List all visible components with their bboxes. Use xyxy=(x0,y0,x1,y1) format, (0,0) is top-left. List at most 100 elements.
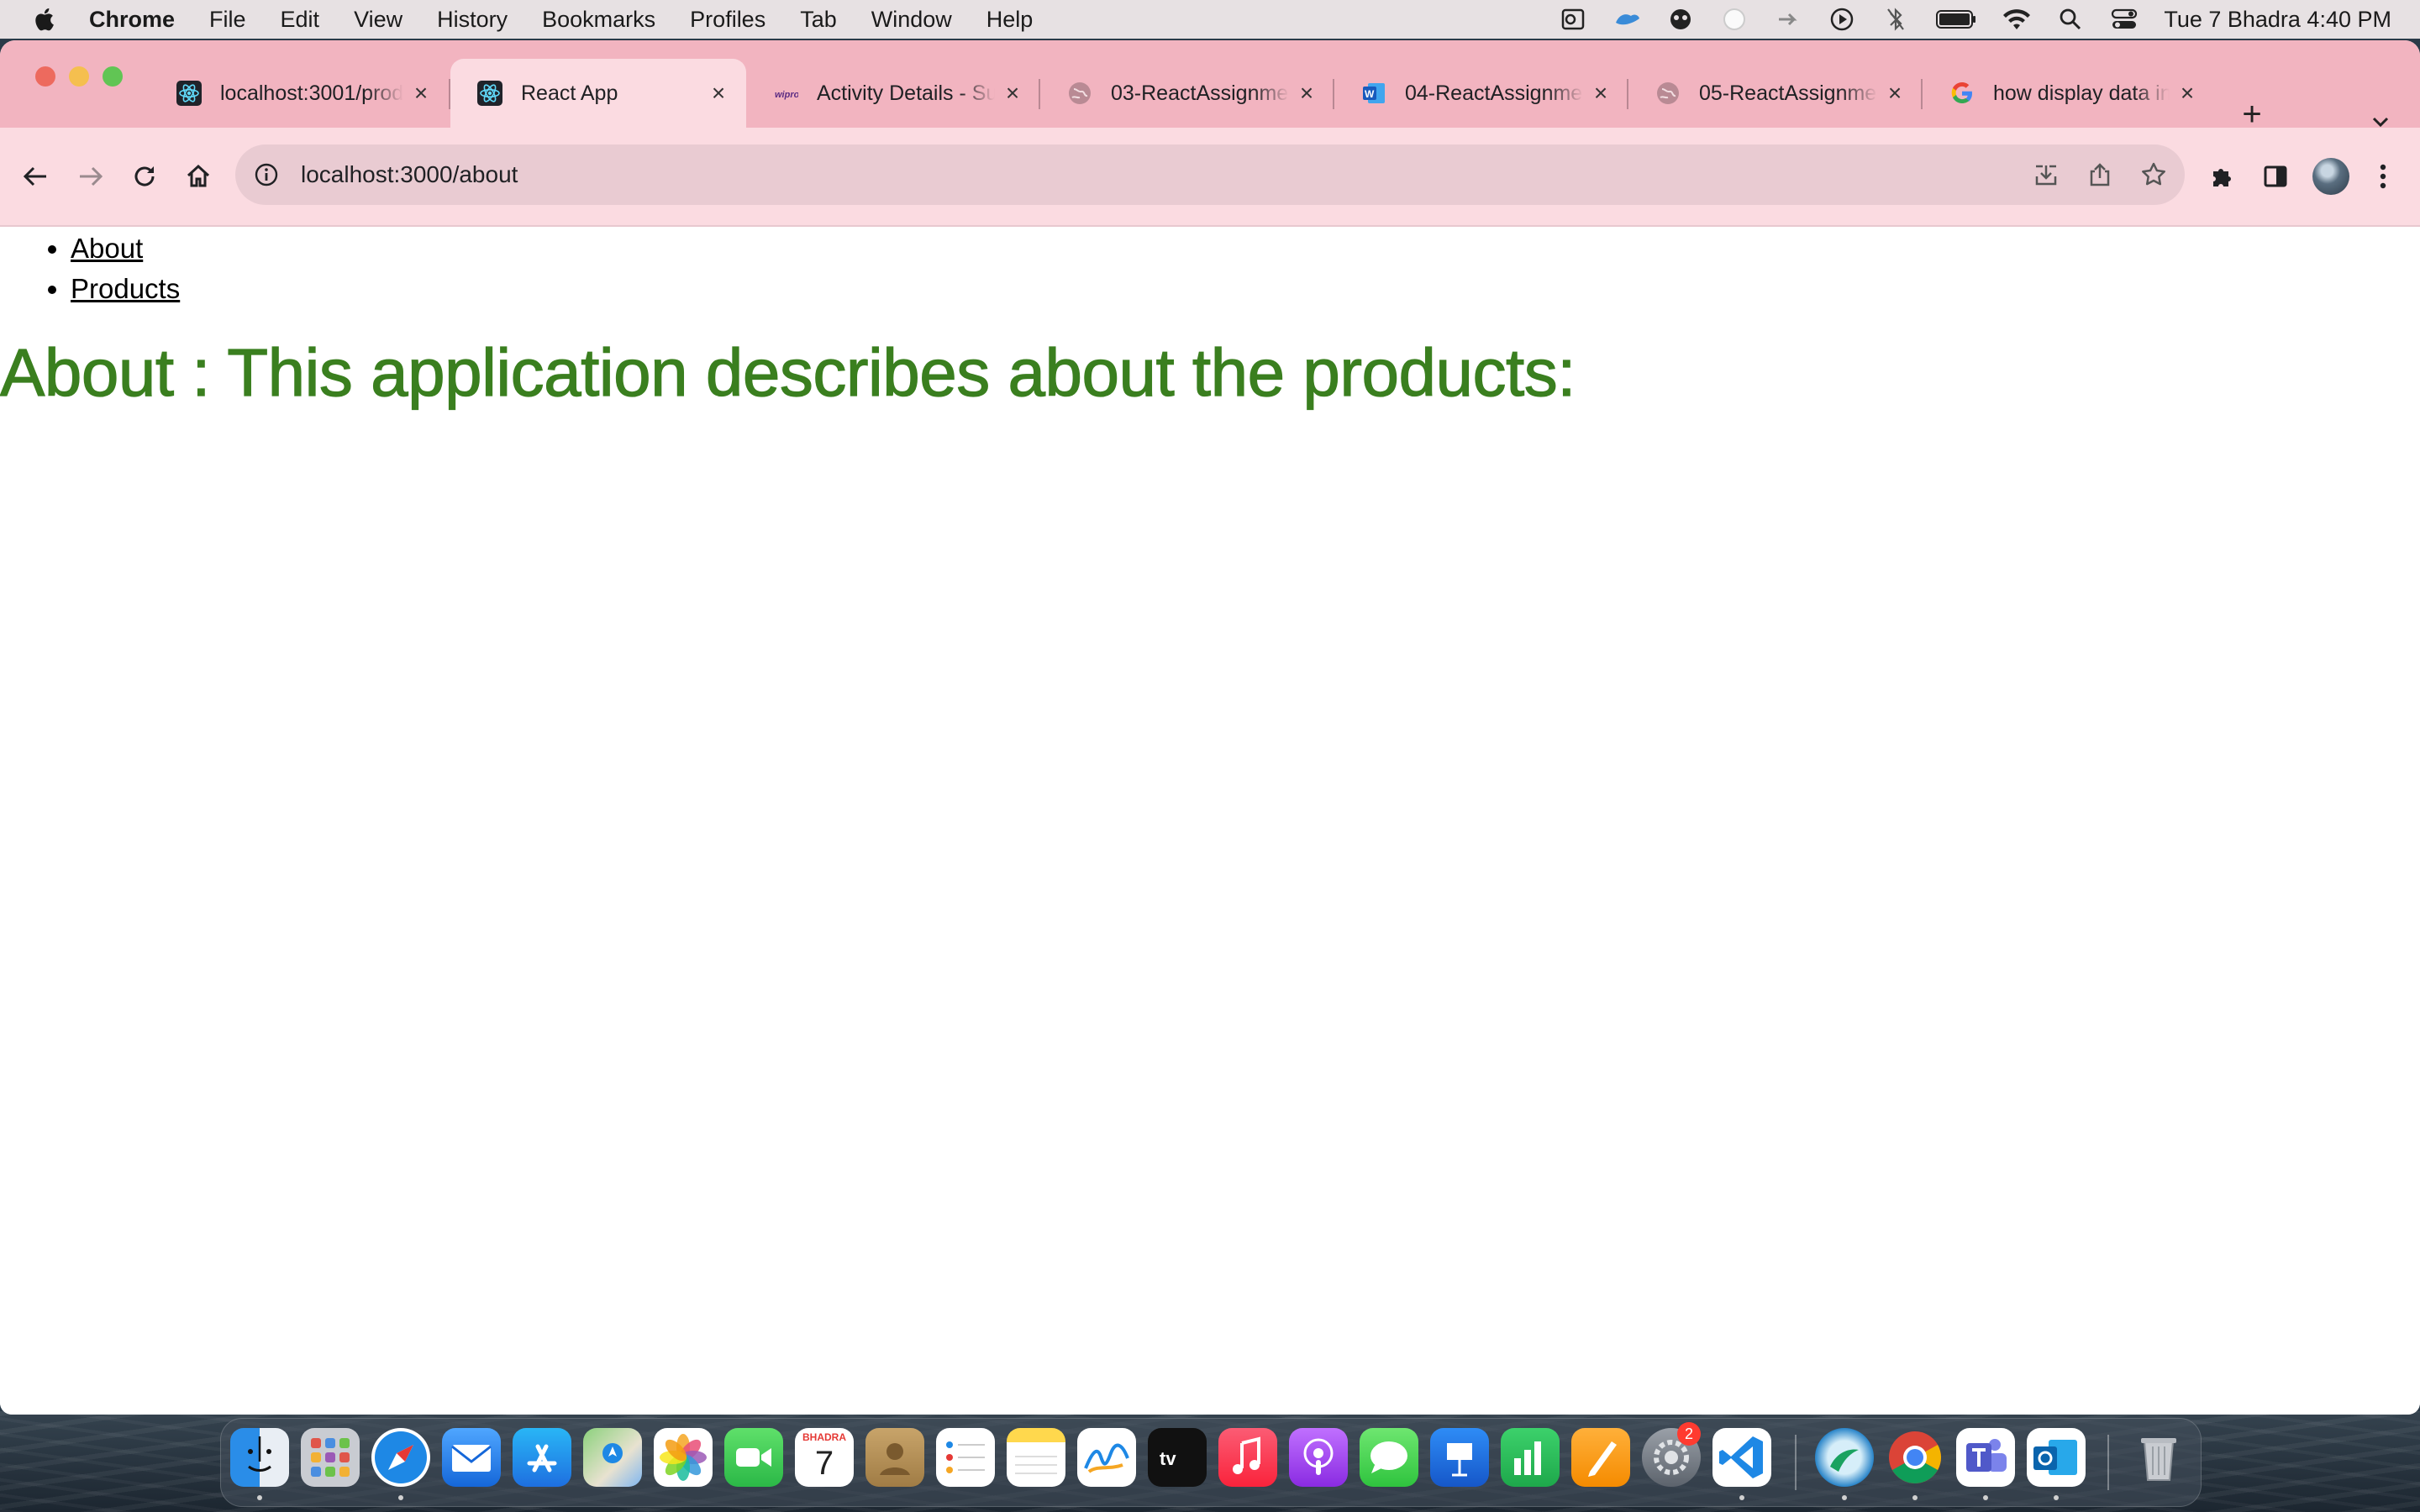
zoom-window-button[interactable] xyxy=(103,66,123,87)
menu-edit[interactable]: Edit xyxy=(281,7,320,33)
chrome-window: localhost:3001/products × React App × wi… xyxy=(0,40,2420,1415)
trash-icon[interactable] xyxy=(2129,1428,2188,1487)
mail-icon[interactable] xyxy=(442,1428,501,1487)
menu-window[interactable]: Window xyxy=(871,7,952,33)
notes-icon[interactable] xyxy=(1007,1428,1065,1487)
tab-activity-details[interactable]: wipro Activity Details - Sup × xyxy=(746,59,1040,128)
running-indicator xyxy=(257,1495,262,1500)
about-link[interactable]: About xyxy=(71,233,143,264)
tab-title: 04-ReactAssignment xyxy=(1405,81,1583,105)
close-tab-icon[interactable]: × xyxy=(708,81,729,105)
google-icon xyxy=(1949,81,1975,106)
word-icon: W xyxy=(1361,81,1386,106)
reload-button[interactable] xyxy=(128,160,161,193)
close-tab-icon[interactable]: × xyxy=(1002,81,1023,105)
tab-title: 05-ReactAssignment xyxy=(1699,81,1877,105)
chrome-menu-icon[interactable] xyxy=(2366,160,2400,193)
side-panel-icon[interactable] xyxy=(2259,160,2292,193)
tab-04-react-assignment[interactable]: W 04-ReactAssignment × xyxy=(1334,59,1628,128)
arrow-status-icon[interactable] xyxy=(1774,7,1802,32)
menu-bar-clock[interactable]: Tue 7 Bhadra 4:40 PM xyxy=(2164,7,2391,33)
dock-separator xyxy=(2107,1435,2109,1490)
tab-title: 03-ReactAssignment xyxy=(1111,81,1289,105)
wifi-icon[interactable] xyxy=(2002,7,2031,32)
page-nav-list: About Products xyxy=(0,228,180,309)
tab-05-react-assignment[interactable]: 05-ReactAssignment × xyxy=(1628,59,1923,128)
apple-tv-icon[interactable]: tv xyxy=(1148,1428,1207,1487)
freeform-icon[interactable] xyxy=(1077,1428,1136,1487)
close-tab-icon[interactable]: × xyxy=(410,81,432,105)
microsoft-teams-icon[interactable] xyxy=(1956,1428,2015,1487)
install-app-icon[interactable] xyxy=(2032,160,2060,189)
pages-icon[interactable] xyxy=(1571,1428,1630,1487)
tab-title: React App xyxy=(521,81,618,105)
close-tab-icon[interactable]: × xyxy=(1296,81,1318,105)
spotlight-search-icon[interactable] xyxy=(2056,7,2085,32)
menu-bookmarks[interactable]: Bookmarks xyxy=(542,7,655,33)
apple-menu-icon[interactable] xyxy=(32,7,55,32)
play-status-icon[interactable] xyxy=(1828,7,1856,32)
browser-app-icon[interactable] xyxy=(1815,1428,1874,1487)
bluetooth-off-icon[interactable] xyxy=(1881,7,1910,32)
app-store-icon[interactable] xyxy=(513,1428,571,1487)
address-bar-url[interactable]: localhost:3000/about xyxy=(301,161,518,188)
close-tab-icon[interactable]: × xyxy=(1884,81,1906,105)
outlook-status-icon[interactable] xyxy=(1559,7,1587,32)
eye-status-icon[interactable] xyxy=(1666,7,1695,32)
tab-google-search[interactable]: how display data in × xyxy=(1923,59,2215,128)
bookmark-star-icon[interactable] xyxy=(2139,160,2168,189)
menu-app-name[interactable]: Chrome xyxy=(89,7,175,33)
site-info-icon[interactable] xyxy=(254,162,279,187)
menu-file[interactable]: File xyxy=(209,7,246,33)
reminders-icon[interactable] xyxy=(936,1428,995,1487)
extensions-puzzle-icon[interactable] xyxy=(2205,160,2238,193)
menu-help[interactable]: Help xyxy=(986,7,1034,33)
running-indicator xyxy=(398,1495,403,1500)
back-button[interactable] xyxy=(18,160,52,193)
battery-icon[interactable] xyxy=(1935,7,1977,32)
tab-title: how display data in xyxy=(1993,81,2170,105)
finder-icon[interactable] xyxy=(230,1428,289,1487)
close-tab-icon[interactable]: × xyxy=(1590,81,1612,105)
microsoft-outlook-icon[interactable] xyxy=(2027,1428,2086,1487)
menu-view[interactable]: View xyxy=(354,7,402,33)
running-indicator xyxy=(1739,1495,1744,1500)
forward-button[interactable] xyxy=(74,160,108,193)
podcasts-icon[interactable] xyxy=(1289,1428,1348,1487)
svg-text:wipro: wipro xyxy=(775,90,798,100)
react-icon xyxy=(176,81,202,106)
google-chrome-icon[interactable] xyxy=(1886,1428,1944,1487)
numbers-icon[interactable] xyxy=(1501,1428,1560,1487)
tab-react-app[interactable]: React App × xyxy=(450,59,746,128)
control-center-icon[interactable] xyxy=(2110,7,2139,32)
messages-icon[interactable] xyxy=(1360,1428,1418,1487)
vscode-icon[interactable] xyxy=(1712,1428,1771,1487)
contacts-icon[interactable] xyxy=(865,1428,924,1487)
share-icon[interactable] xyxy=(2086,160,2114,189)
circle-status-icon[interactable] xyxy=(1720,7,1749,32)
launchpad-icon[interactable] xyxy=(301,1428,360,1487)
minimize-window-button[interactable] xyxy=(69,66,89,87)
keynote-icon[interactable] xyxy=(1430,1428,1489,1487)
close-tab-icon[interactable]: × xyxy=(2176,81,2198,105)
safari-icon[interactable] xyxy=(371,1428,430,1487)
calendar-icon[interactable]: BHADRA 7 xyxy=(795,1428,854,1487)
tab-localhost-products[interactable]: localhost:3001/products × xyxy=(150,59,449,128)
facetime-icon[interactable] xyxy=(724,1428,783,1487)
home-button[interactable] xyxy=(182,160,215,193)
menu-history[interactable]: History xyxy=(437,7,508,33)
tab-03-react-assignment[interactable]: 03-ReactAssignment × xyxy=(1040,59,1334,128)
svg-text:tv: tv xyxy=(1160,1448,1176,1469)
cloud-app-status-icon[interactable] xyxy=(1612,7,1641,32)
nav-item-about: About xyxy=(71,228,180,269)
profile-avatar[interactable] xyxy=(2312,158,2349,195)
menu-profiles[interactable]: Profiles xyxy=(690,7,765,33)
close-window-button[interactable] xyxy=(35,66,55,87)
address-bar[interactable]: localhost:3000/about xyxy=(235,144,2185,205)
menu-tab[interactable]: Tab xyxy=(800,7,837,33)
music-icon[interactable] xyxy=(1218,1428,1277,1487)
products-link[interactable]: Products xyxy=(71,273,180,304)
maps-icon[interactable] xyxy=(583,1428,642,1487)
photos-icon[interactable] xyxy=(654,1428,713,1487)
running-indicator xyxy=(1983,1495,1988,1500)
